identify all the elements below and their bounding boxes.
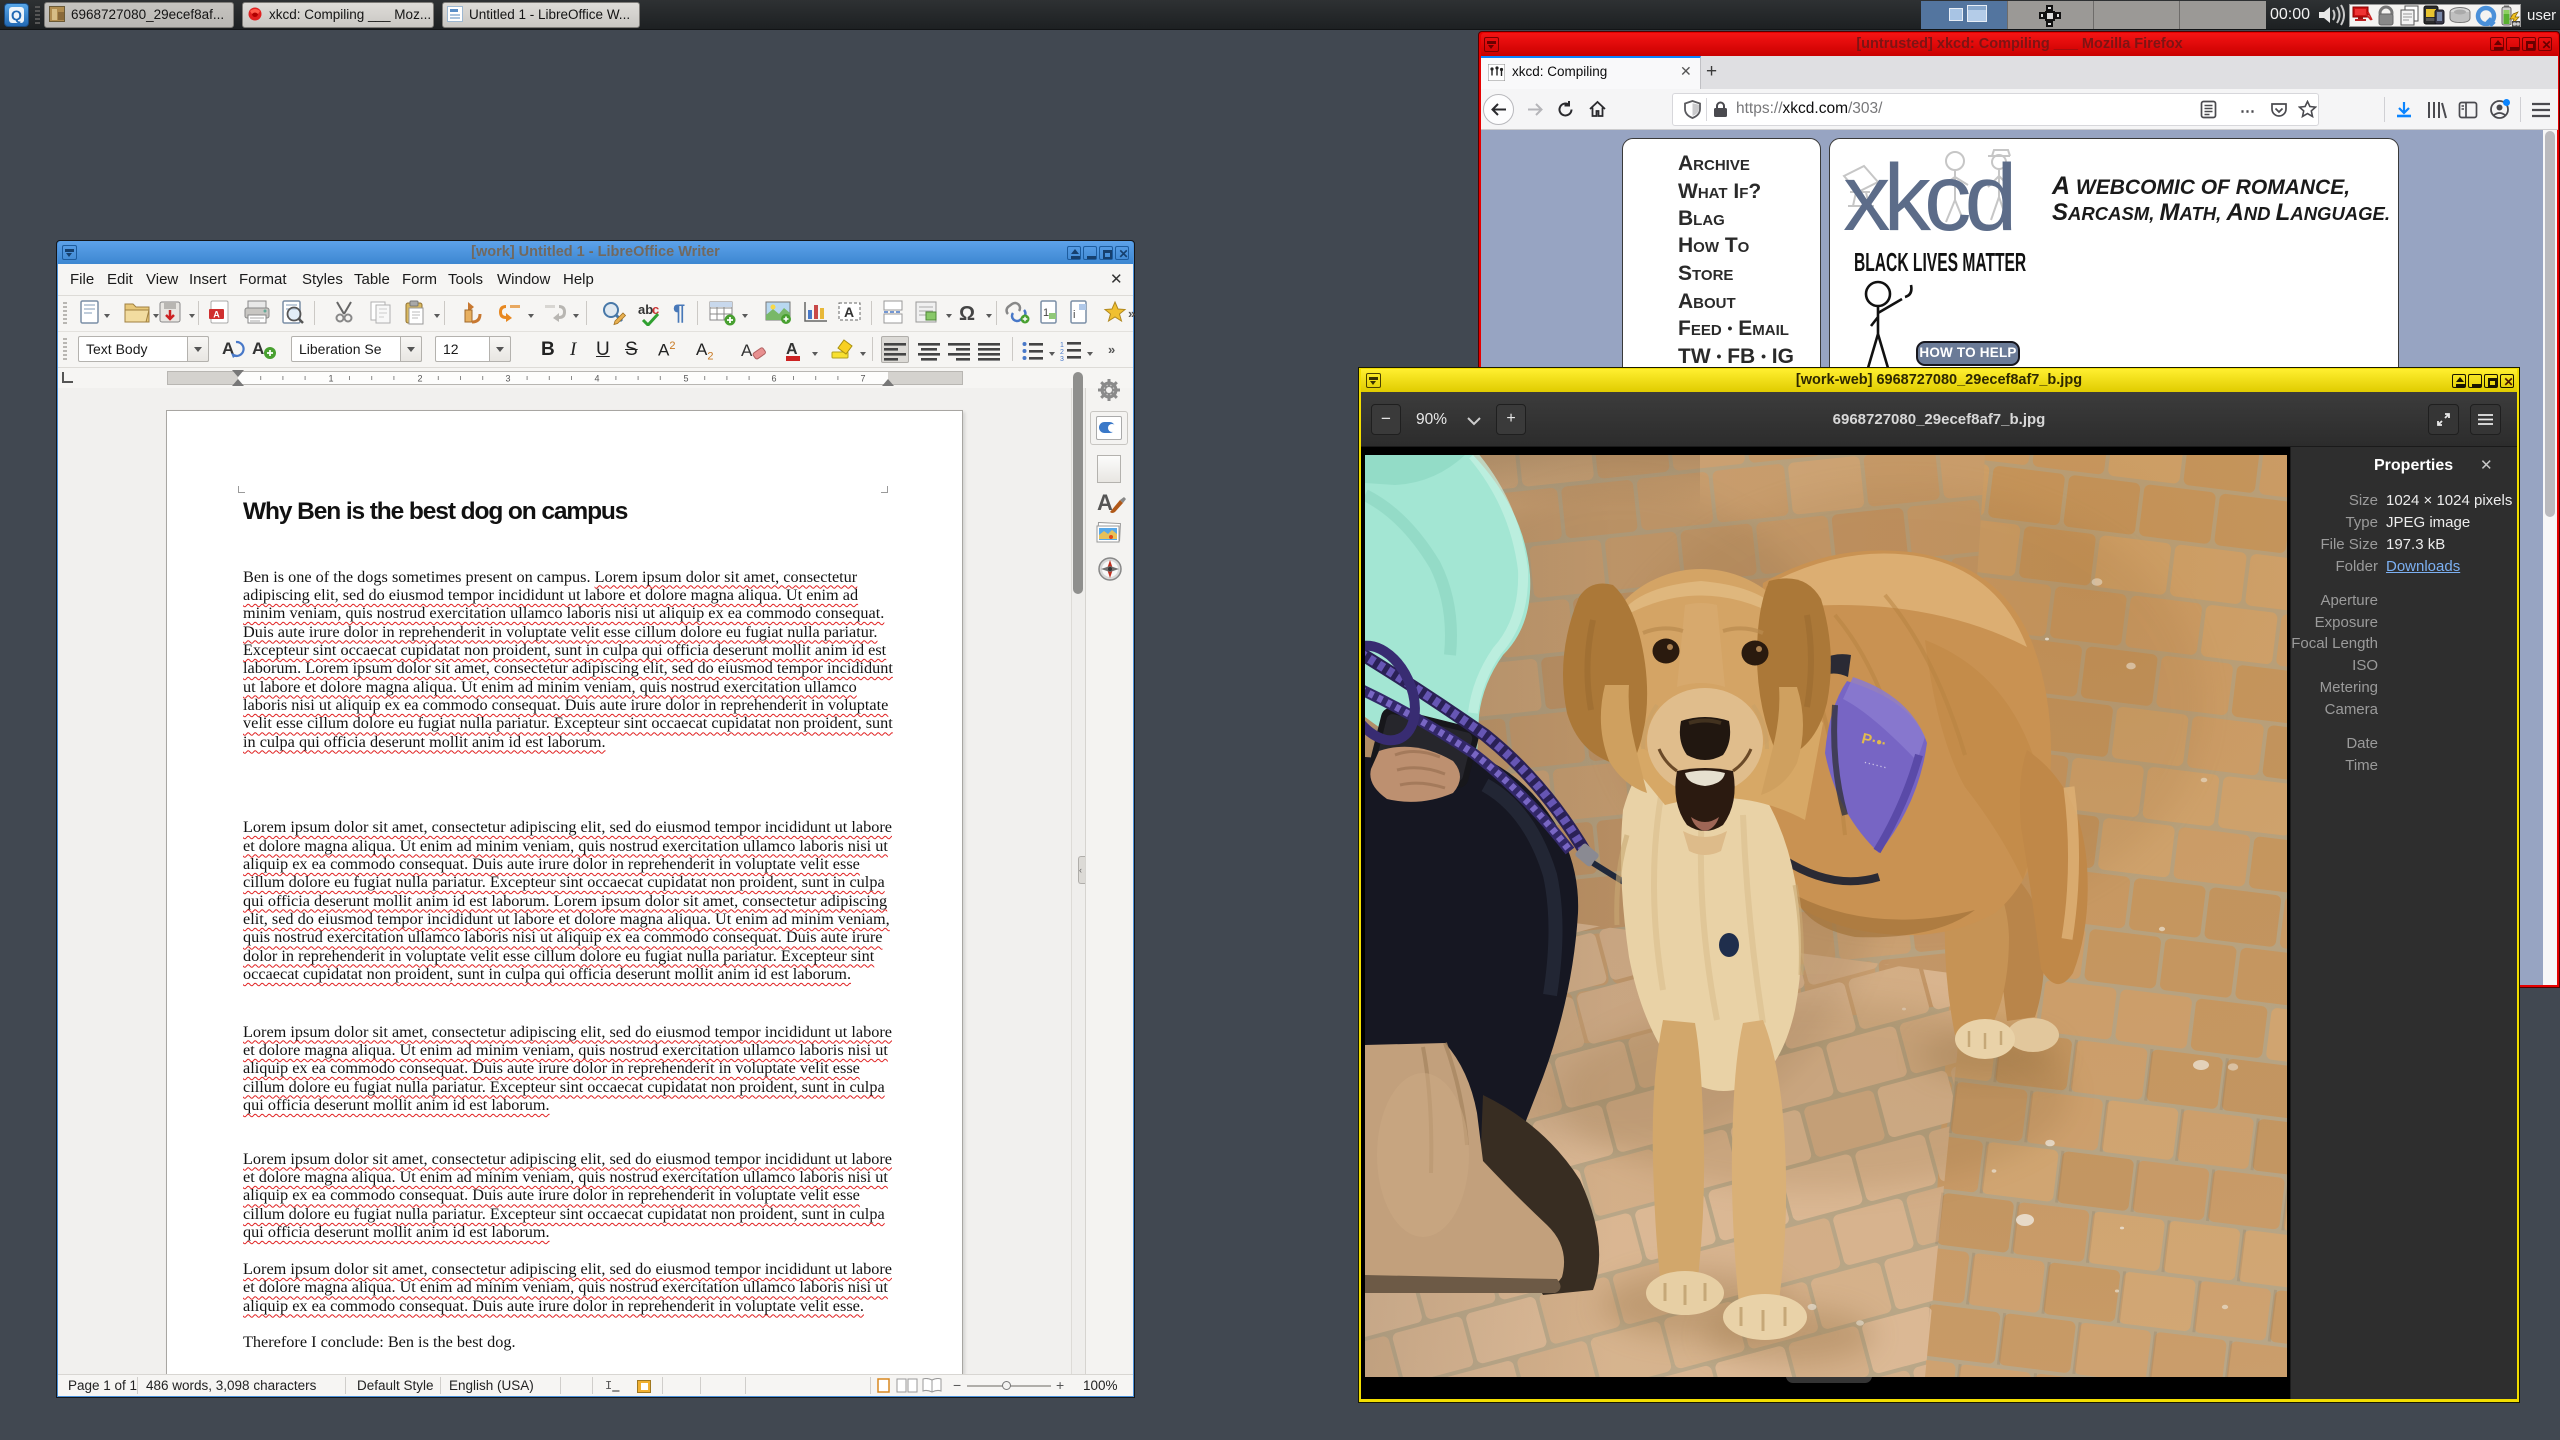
svg-text:2: 2 [1060,349,1064,356]
svg-text:1: 1 [1043,307,1049,319]
svg-text:3: 3 [505,374,510,384]
svg-text:1: 1 [1060,342,1064,349]
svg-text:2: 2 [417,374,422,384]
svg-text:ab: ab [638,302,653,317]
svg-text:¶: ¶ [673,300,685,324]
svg-text:A: A [213,310,220,320]
svg-text:i: i [1073,309,1075,321]
svg-text:A: A [741,341,753,360]
svg-text:A: A [786,341,798,358]
svg-text:5: 5 [683,374,688,384]
svg-text:7: 7 [860,374,865,384]
svg-text:6: 6 [771,374,776,384]
svg-text:Ω: Ω [959,303,975,325]
svg-text:A: A [252,339,264,358]
svg-text:4: 4 [594,374,599,384]
svg-text:1: 1 [328,374,333,384]
svg-text:A: A [844,304,854,320]
svg-text:3: 3 [1060,356,1064,363]
